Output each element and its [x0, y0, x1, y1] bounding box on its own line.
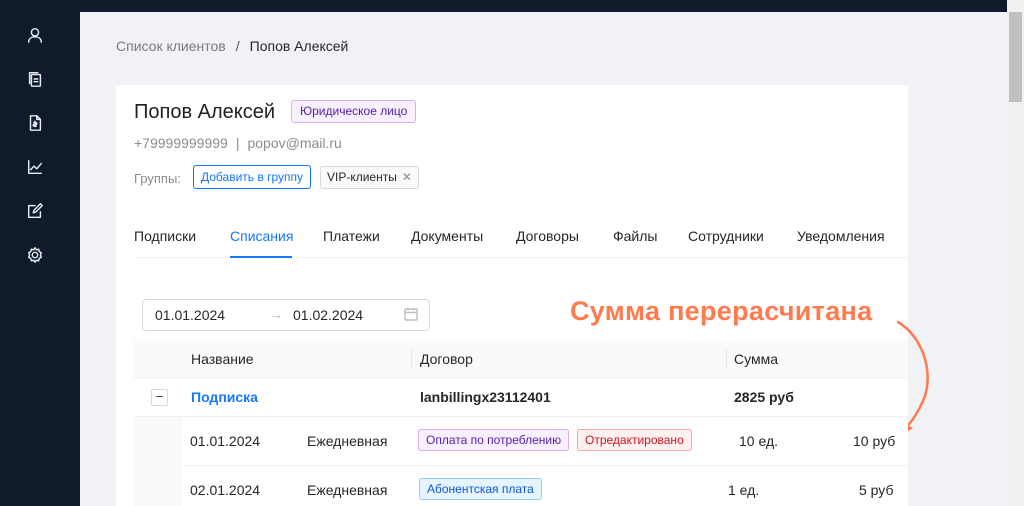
tab-employees[interactable]: Сотрудники	[688, 228, 764, 244]
charge-date: 01.01.2024	[190, 433, 261, 449]
charge-period: Ежедневная	[307, 482, 388, 498]
date-to-input[interactable]: 01.02.2024	[293, 307, 363, 323]
charge-quantity: 10 ед.	[739, 433, 778, 449]
column-header-contract[interactable]: Договор	[420, 351, 473, 367]
pay-per-use-tag: Оплата по потреблению	[418, 429, 570, 451]
recalculated-annotation: Сумма перерасчитана	[570, 296, 873, 326]
collapse-row-icon[interactable]: −	[151, 389, 168, 406]
breadcrumb-current: Попов Алексей	[249, 38, 349, 54]
contract-number: lanbillingx23112401	[420, 389, 551, 405]
client-phone: +79999999999	[134, 135, 228, 151]
user-icon[interactable]	[25, 25, 45, 45]
client-name-title: Попов Алексей	[134, 101, 276, 123]
settings-gear-icon[interactable]	[25, 245, 45, 265]
group-tag-vip: VIP-клиенты ✕	[320, 166, 419, 189]
copy-documents-icon[interactable]	[25, 69, 45, 89]
tab-subscriptions[interactable]: Подписки	[134, 228, 196, 244]
breadcrumb-separator: /	[235, 38, 240, 54]
charge-date: 02.01.2024	[190, 482, 261, 498]
edit-square-icon[interactable]	[25, 201, 45, 221]
charge-quantity: 1 ед.	[728, 482, 760, 498]
tab-charges[interactable]: Списания	[230, 228, 293, 244]
arrow-right-icon: →	[269, 306, 283, 322]
client-contacts: +79999999999 | popov@mail.ru	[134, 135, 342, 151]
invoice-document-icon[interactable]	[25, 113, 45, 133]
tab-documents[interactable]: Документы	[411, 228, 483, 244]
close-icon[interactable]: ✕	[402, 167, 412, 188]
sidebar	[0, 0, 80, 506]
add-to-group-button[interactable]: Добавить в группу	[193, 165, 311, 189]
table-group-row: − Подписка lanbillingx23112401 2825 руб	[134, 378, 908, 417]
charge-period: Ежедневная	[307, 433, 388, 449]
active-tab-indicator	[230, 256, 292, 258]
column-divider	[411, 349, 412, 369]
tab-notifications[interactable]: Уведомления	[797, 228, 885, 244]
breadcrumb: Список клиентов / Попов Алексей	[116, 38, 348, 54]
contact-separator: |	[235, 135, 240, 151]
column-header-name[interactable]: Название	[191, 351, 254, 367]
breadcrumb-client-list-link[interactable]: Список клиентов	[116, 38, 226, 54]
client-type-badge: Юридическое лицо	[291, 100, 417, 123]
group-sum: 2825 руб	[734, 389, 794, 405]
edited-tag: Отредактировано	[577, 429, 692, 451]
column-header-sum[interactable]: Сумма	[734, 351, 778, 367]
tab-contracts[interactable]: Договоры	[516, 228, 579, 244]
column-divider	[726, 349, 727, 369]
group-tag-label: VIP-клиенты	[327, 170, 397, 184]
tab-files[interactable]: Файлы	[613, 228, 657, 244]
table-row: 01.01.2024 Ежедневная Оплата по потребле…	[182, 417, 908, 466]
client-email: popov@mail.ru	[247, 135, 342, 151]
charge-amount: 10 руб	[853, 433, 896, 449]
client-tabs: Подписки Списания Платежи Документы Дого…	[134, 228, 908, 258]
subscription-fee-tag: Абонентская плата	[419, 478, 542, 500]
calendar-icon[interactable]	[404, 307, 418, 321]
top-bar	[0, 0, 1007, 12]
charge-amount: 5 руб	[859, 482, 894, 498]
nested-indent	[134, 417, 182, 506]
table-row: 02.01.2024 Ежедневная Абонентская плата …	[182, 466, 908, 506]
groups-label: Группы:	[134, 171, 181, 186]
scrollbar-thumb[interactable]	[1009, 12, 1022, 102]
date-from-input[interactable]: 01.01.2024	[155, 307, 225, 323]
date-range-picker[interactable]: 01.01.2024 → 01.02.2024	[142, 299, 430, 331]
table-header: Название Договор Сумма	[134, 340, 908, 378]
tab-payments[interactable]: Платежи	[323, 228, 380, 244]
subscription-link[interactable]: Подписка	[191, 389, 258, 405]
line-chart-icon[interactable]	[25, 157, 45, 177]
